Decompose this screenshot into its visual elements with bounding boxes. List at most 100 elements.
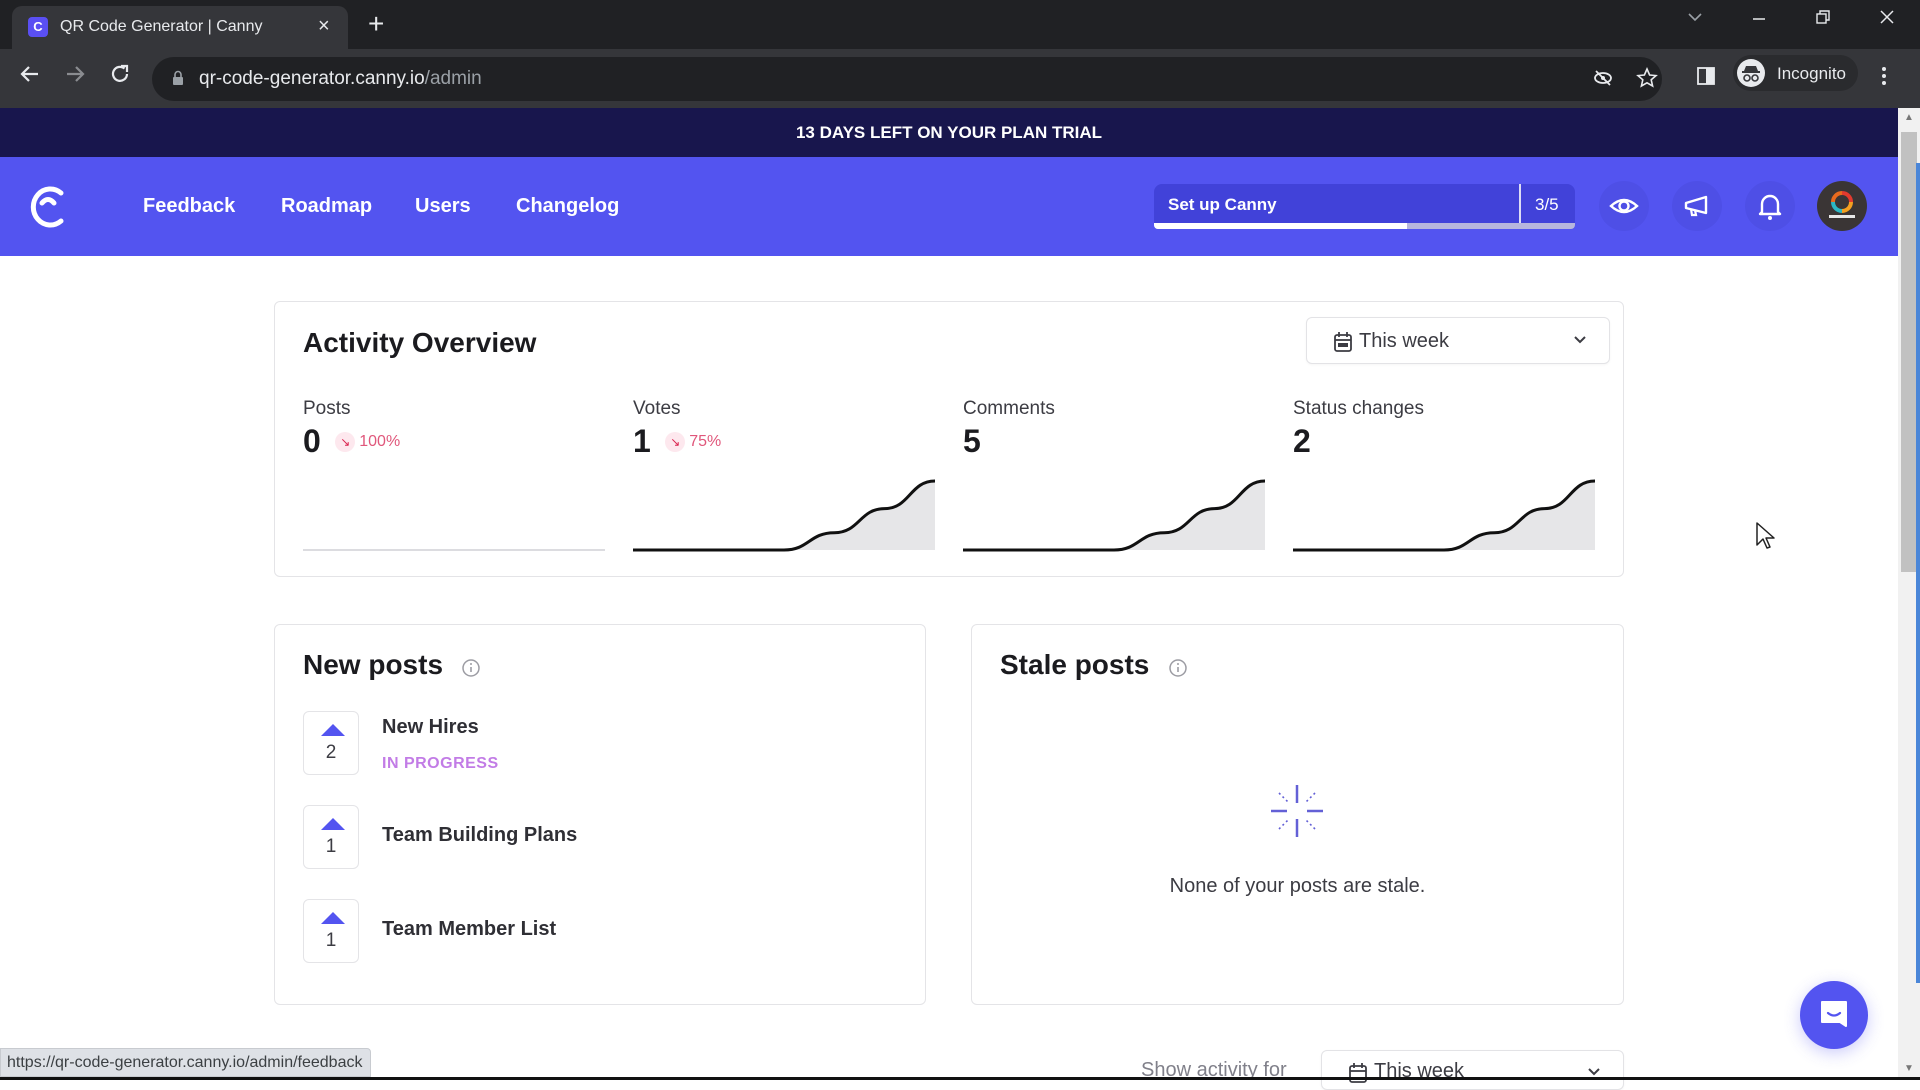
- setup-progress-fill: [1154, 223, 1407, 229]
- new-posts-title: New posts: [303, 649, 444, 680]
- setup-count: 3/5: [1535, 195, 1559, 214]
- sparkline-area: [963, 481, 1265, 550]
- app-header: Feedback Roadmap Users Changelog Set up …: [0, 157, 1898, 256]
- back-icon[interactable]: [18, 62, 42, 92]
- scroll-up-icon[interactable]: ▲: [1904, 112, 1914, 123]
- post-title[interactable]: Team Building Plans: [382, 824, 577, 847]
- minimize-window-icon[interactable]: [1750, 8, 1768, 32]
- tracking-protection-icon[interactable]: [1592, 67, 1614, 95]
- incognito-icon: [1737, 59, 1765, 87]
- stat-value: 5: [963, 423, 981, 459]
- stat-change-percent: 75%: [689, 433, 722, 450]
- browser-toolbar: qr-code-generator.canny.io/admin Incogni…: [0, 49, 1920, 108]
- browser-tab-bar: C QR Code Generator | Canny × +: [0, 0, 1920, 49]
- close-tab-icon[interactable]: ×: [318, 15, 330, 38]
- reload-icon[interactable]: [108, 62, 132, 92]
- new-tab-button[interactable]: +: [368, 8, 384, 40]
- stat-label: Comments: [963, 398, 1055, 419]
- chevron-down-icon: [1574, 336, 1586, 344]
- sparkline-area: [633, 481, 935, 550]
- trend-down-icon: ↘: [335, 432, 356, 452]
- url-text: qr-code-generator.canny.io/admin: [199, 68, 482, 90]
- calendar-icon: [1334, 332, 1352, 352]
- megaphone-icon: [1684, 195, 1708, 217]
- post-item[interactable]: 1 Team Building Plans: [303, 805, 863, 869]
- post-title[interactable]: New Hires: [382, 716, 479, 739]
- lock-icon: [173, 70, 183, 85]
- stale-posts-empty-message: None of your posts are stale.: [1169, 875, 1426, 897]
- forward-icon[interactable]: [63, 62, 87, 92]
- post-title[interactable]: Team Member List: [382, 918, 556, 941]
- calendar-icon: [1349, 1063, 1367, 1083]
- stat-votes: Votes 1 ↘ 75%: [633, 398, 933, 460]
- sparkle-icon: [1271, 785, 1323, 837]
- upvote-arrow-icon: [321, 912, 345, 924]
- nav-changelog[interactable]: Changelog: [516, 195, 619, 218]
- page-scrollbar[interactable]: ▲ ▼: [1898, 108, 1920, 1080]
- post-item[interactable]: 2 New Hires IN PROGRESS: [303, 711, 863, 775]
- user-avatar[interactable]: [1817, 181, 1867, 231]
- stat-label: Votes: [633, 398, 681, 419]
- stat-label: Status changes: [1293, 398, 1424, 419]
- stat-change-percent: 100%: [359, 433, 401, 450]
- stat-value: 1: [633, 423, 651, 459]
- canny-logo-icon[interactable]: [28, 184, 70, 235]
- scrollbar-highlight: [1916, 163, 1920, 983]
- nav-feedback[interactable]: Feedback: [143, 195, 235, 218]
- status-changes-sparkline: [1293, 479, 1595, 552]
- side-panel-icon[interactable]: [1695, 65, 1717, 93]
- url-path: /admin: [424, 68, 482, 89]
- new-posts-card: New posts 2 New Hires IN PROGRESS 1 Team…: [274, 624, 926, 1005]
- bookmark-star-icon[interactable]: [1636, 66, 1658, 95]
- upvote-button[interactable]: 2: [303, 711, 359, 775]
- browser-tab[interactable]: C QR Code Generator | Canny ×: [12, 6, 348, 49]
- trial-banner: 13 DAYS LEFT ON YOUR PLAN TRIAL: [0, 108, 1898, 157]
- scrollbar-thumb[interactable]: [1901, 132, 1917, 572]
- activity-range-dropdown[interactable]: This week: [1306, 317, 1610, 364]
- view-public-site-button[interactable]: [1599, 181, 1649, 231]
- activity-range-dropdown-bottom[interactable]: This week: [1321, 1050, 1624, 1090]
- notifications-button[interactable]: [1745, 181, 1795, 231]
- post-item[interactable]: 1 Team Member List: [303, 899, 863, 963]
- vote-count: 2: [325, 742, 337, 763]
- trend-down-icon: ↘: [665, 432, 686, 452]
- activity-range-value: This week: [1359, 330, 1450, 352]
- stat-comments: Comments 5: [963, 398, 1263, 460]
- close-window-icon[interactable]: [1878, 8, 1896, 32]
- info-icon[interactable]: [461, 658, 481, 678]
- incognito-profile-button[interactable]: Incognito: [1733, 55, 1858, 91]
- tab-search-icon[interactable]: [1686, 8, 1704, 32]
- nav-users[interactable]: Users: [415, 195, 471, 218]
- sparkline-area: [1293, 481, 1595, 550]
- votes-sparkline: [633, 479, 935, 552]
- url-host: qr-code-generator.canny.io: [199, 68, 425, 89]
- restore-window-icon[interactable]: [1814, 8, 1832, 32]
- upvote-button[interactable]: 1: [303, 899, 359, 963]
- stat-label: Posts: [303, 398, 351, 419]
- support-chat-button[interactable]: [1800, 981, 1868, 1049]
- activity-overview-card: Activity Overview This week Posts 0 ↘ 100…: [274, 301, 1624, 577]
- link-hover-status: https://qr-code-generator.canny.io/admin…: [0, 1048, 372, 1077]
- stat-change: ↘ 75%: [665, 432, 721, 452]
- setup-canny-button[interactable]: Set up Canny 3/5: [1154, 184, 1575, 229]
- announcements-button[interactable]: [1672, 181, 1722, 231]
- tab-title: QR Code Generator | Canny: [60, 18, 263, 35]
- info-icon[interactable]: [1168, 658, 1188, 678]
- vote-count: 1: [325, 930, 337, 951]
- browser-menu-icon[interactable]: [1880, 65, 1888, 93]
- vote-count: 1: [325, 836, 337, 857]
- upvote-arrow-icon: [321, 724, 345, 736]
- stale-posts-card: Stale posts None of your posts are stale…: [971, 624, 1624, 1005]
- stale-posts-title: Stale posts: [1000, 649, 1150, 680]
- chat-icon: [1821, 1001, 1847, 1027]
- canny-favicon-icon: C: [28, 17, 48, 37]
- stat-value: 0: [303, 423, 321, 459]
- posts-sparkline: [303, 549, 605, 551]
- address-bar[interactable]: qr-code-generator.canny.io/admin: [152, 57, 1662, 101]
- upvote-button[interactable]: 1: [303, 805, 359, 869]
- mouse-cursor-icon: [1756, 522, 1775, 549]
- activity-overview-title: Activity Overview: [303, 327, 537, 358]
- scroll-down-icon[interactable]: ▼: [1904, 1063, 1914, 1074]
- incognito-label: Incognito: [1777, 64, 1846, 83]
- nav-roadmap[interactable]: Roadmap: [281, 195, 372, 218]
